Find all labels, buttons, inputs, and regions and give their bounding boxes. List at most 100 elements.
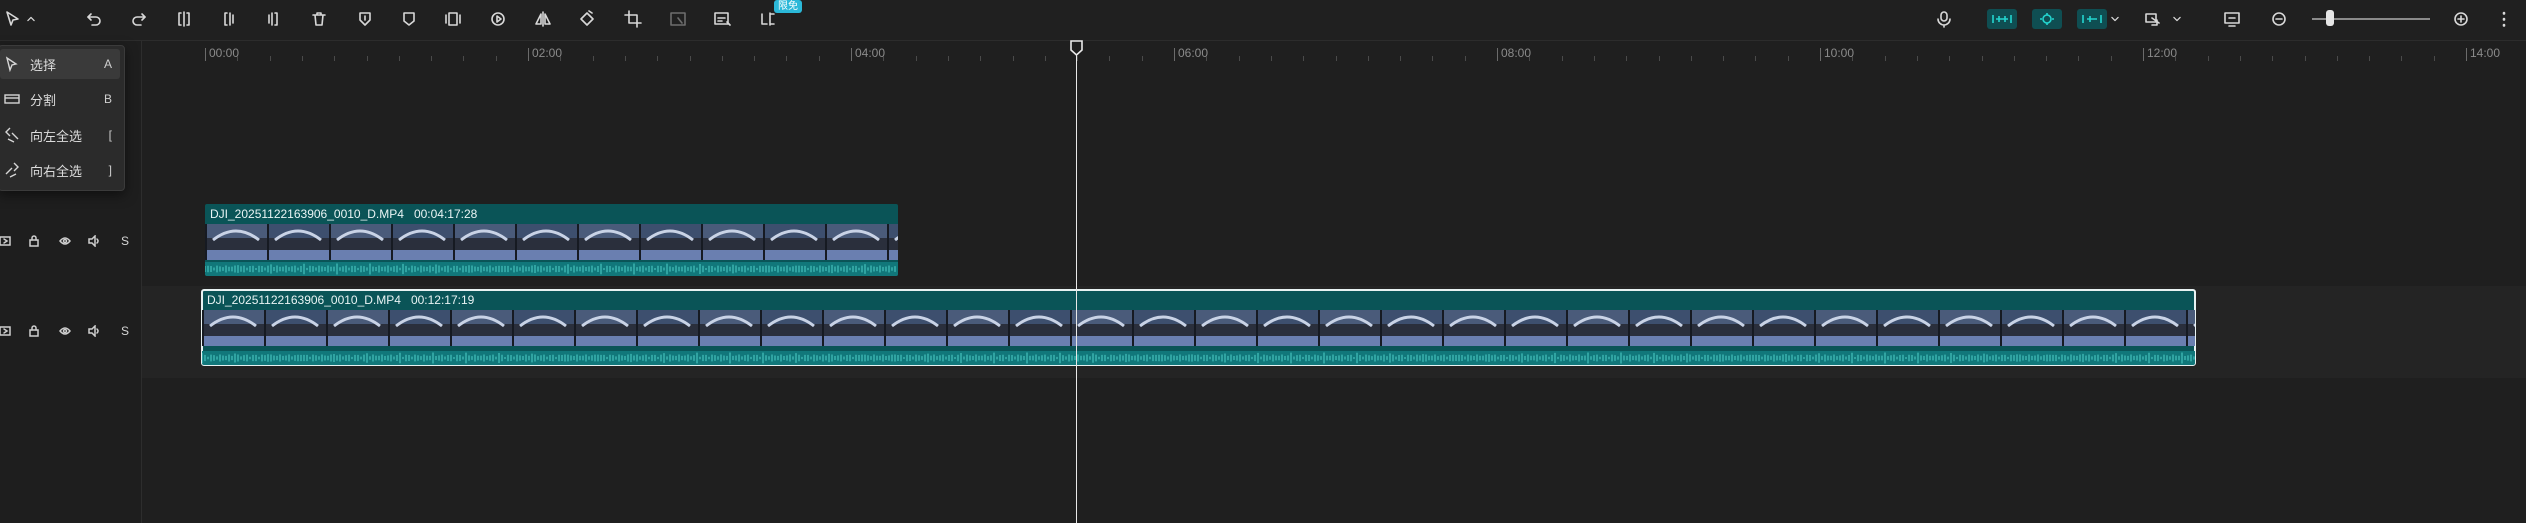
clip-filename: DJI_20251122163906_0010_D.MP4 — [207, 293, 401, 307]
clip-duration: 00:04:17:28 — [413, 207, 478, 221]
subtitle-icon[interactable] — [711, 8, 733, 30]
select-left-icon — [4, 127, 20, 143]
zoom-in-icon[interactable] — [2450, 8, 2472, 30]
menu-item-label: 向右全选 — [30, 163, 83, 179]
ruler-minor-tick — [1270, 56, 1272, 61]
solo-toggle[interactable]: S — [121, 324, 129, 338]
ruler-minor-tick — [1529, 56, 1531, 61]
undo-icon[interactable] — [83, 8, 105, 30]
preview-axis-icon[interactable] — [2142, 8, 2164, 30]
solo-toggle[interactable]: S — [121, 234, 129, 248]
ruler-minor-tick — [2207, 56, 2209, 61]
magnet-snap-icon[interactable] — [2032, 9, 2062, 29]
video-clip[interactable]: DJI_20251122163906_0010_D.MP4 00:04:17:28 — [205, 204, 898, 276]
marker-icon[interactable] — [398, 8, 420, 30]
video-clip-selected[interactable]: DJI_20251122163906_0010_D.MP4 00:12:17:19 — [201, 289, 2196, 366]
ruler-minor-tick — [689, 56, 691, 61]
auto-reframe-icon[interactable] — [667, 8, 689, 30]
clip-header: DJI_20251122163906_0010_D.MP4 00:12:17:19 — [202, 290, 2195, 310]
timeline-ruler[interactable]: 00:00 02:00 04:00 06:00 08:00 10:00 12:00 14:00 — [142, 41, 2526, 63]
mirror-icon[interactable] — [532, 8, 554, 30]
link-main-track-icon[interactable] — [1987, 9, 2017, 29]
track-header-video-1: S — [0, 198, 141, 284]
link-audio-icon[interactable] — [2077, 9, 2107, 29]
track-toggle-icon[interactable] — [0, 324, 12, 338]
redo-icon[interactable] — [128, 8, 150, 30]
lock-icon[interactable] — [27, 234, 41, 248]
zoom-out-icon[interactable] — [2268, 8, 2290, 30]
playhead-line[interactable] — [1076, 48, 1077, 523]
menu-item-select-left[interactable]: 向左全选 [ — [0, 120, 120, 150]
menu-item-select[interactable]: 选择 A — [0, 49, 120, 79]
ruler-minor-tick — [592, 56, 594, 61]
volume-icon[interactable] — [87, 234, 101, 248]
menu-item-select-right[interactable]: 向右全选 ] — [0, 155, 120, 185]
clip-thumbnails — [202, 310, 2195, 346]
ruler-minor-tick — [915, 56, 917, 61]
ruler-minor-tick — [1658, 56, 1660, 61]
ruler-minor-tick — [980, 56, 982, 61]
ruler-minor-tick — [237, 56, 239, 61]
ruler-minor-tick — [1400, 56, 1402, 61]
ruler-minor-tick — [431, 56, 433, 61]
crop-icon[interactable] — [622, 8, 644, 30]
shield-mark-icon[interactable] — [354, 8, 376, 30]
ruler-time-label: 10:00 — [1824, 46, 1855, 60]
speed-play-icon[interactable] — [487, 8, 509, 30]
ruler-minor-tick — [754, 56, 756, 61]
chevron-down-icon[interactable] — [2108, 8, 2122, 30]
select-cursor-icon[interactable] — [2, 8, 24, 30]
split-icon[interactable] — [173, 8, 195, 30]
ruler-time-label: 08:00 — [1501, 46, 1532, 60]
menu-item-split[interactable]: 分割 B — [0, 84, 120, 114]
menu-item-label: 分割 — [30, 92, 57, 108]
ruler-minor-tick — [1561, 56, 1563, 61]
ruler-minor-tick — [560, 56, 562, 61]
ruler-minor-tick — [495, 56, 497, 61]
ruler-minor-tick — [1206, 56, 1208, 61]
clip-audio-waveform — [205, 262, 898, 276]
freeze-frame-icon[interactable] — [442, 8, 464, 30]
ruler-minor-tick — [1335, 56, 1337, 61]
ruler-minor-tick — [2401, 56, 2403, 61]
ruler-minor-tick — [1012, 56, 1014, 61]
chevron-down-icon[interactable] — [2170, 8, 2184, 30]
playhead-handle[interactable] — [1070, 40, 1083, 56]
trim-left-icon[interactable] — [218, 8, 240, 30]
ruler-minor-tick — [721, 56, 723, 61]
ruler-time-label: 14:00 — [2470, 46, 2501, 60]
volume-icon[interactable] — [87, 324, 101, 338]
ruler-minor-tick — [2078, 56, 2080, 61]
clip-header: DJI_20251122163906_0010_D.MP4 00:04:17:28 — [205, 204, 898, 224]
ruler-time-label: 06:00 — [1178, 46, 1209, 60]
ruler-major-tick — [1820, 48, 1821, 61]
microphone-icon[interactable] — [1933, 8, 1955, 30]
clip-duration: 00:12:17:19 — [410, 293, 475, 307]
lock-icon[interactable] — [27, 324, 41, 338]
ruler-minor-tick — [1432, 56, 1434, 61]
select-right-icon — [4, 162, 20, 178]
ruler-minor-tick — [398, 56, 400, 61]
ruler-minor-tick — [2175, 56, 2177, 61]
ruler-minor-tick — [2013, 56, 2015, 61]
ruler-minor-tick — [1367, 56, 1369, 61]
timeline-toolbar: 限免 — [0, 0, 2526, 41]
trim-right-icon[interactable] — [262, 8, 284, 30]
ruler-minor-tick — [1593, 56, 1595, 61]
ruler-minor-tick — [1626, 56, 1628, 61]
ruler-minor-tick — [2239, 56, 2241, 61]
fit-screen-icon[interactable] — [2221, 8, 2243, 30]
eye-icon[interactable] — [58, 234, 72, 248]
track-toggle-icon[interactable] — [0, 234, 12, 248]
zoom-slider-handle[interactable] — [2326, 10, 2334, 26]
dropdown-caret-icon[interactable] — [24, 8, 38, 30]
ruler-major-tick — [851, 48, 852, 61]
clip-thumbnails — [205, 224, 898, 260]
rotate-icon[interactable] — [576, 8, 598, 30]
ruler-minor-tick — [947, 56, 949, 61]
delete-icon[interactable] — [308, 8, 330, 30]
ruler-minor-tick — [1141, 56, 1143, 61]
more-vertical-icon[interactable] — [2493, 8, 2515, 30]
ruler-minor-tick — [1884, 56, 1886, 61]
eye-icon[interactable] — [58, 324, 72, 338]
